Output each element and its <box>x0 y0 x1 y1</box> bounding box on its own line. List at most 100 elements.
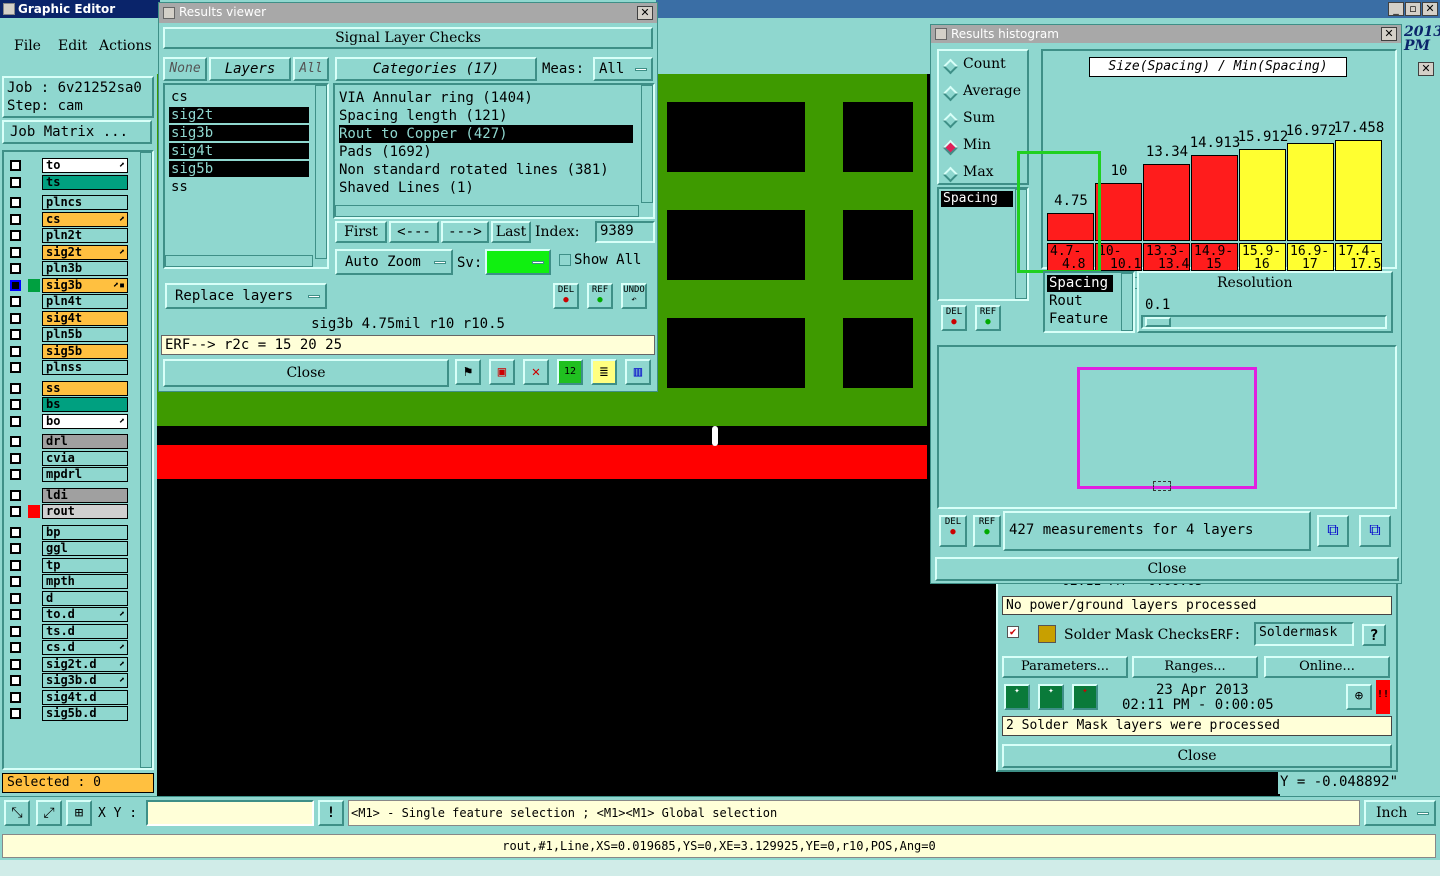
histogram-bar[interactable] <box>1143 164 1190 241</box>
layer-checkbox[interactable] <box>10 160 21 171</box>
alert-icon[interactable]: ! <box>318 800 344 826</box>
attr-item[interactable]: Feature <box>1047 311 1119 328</box>
help-button[interactable]: ? <box>1362 624 1386 646</box>
layer-item-sig4t[interactable]: sig4t <box>42 310 128 326</box>
close-icon[interactable]: ✕ <box>1422 2 1438 16</box>
erf-value-field[interactable]: Soldermask <box>1254 622 1354 646</box>
preview-area[interactable] <box>937 345 1397 509</box>
layer-item-mpdrl[interactable]: mpdrl <box>42 467 128 482</box>
attr-list-scrollbar[interactable] <box>1121 273 1133 331</box>
histogram-bar[interactable] <box>1239 149 1286 241</box>
layer-item-ts.d[interactable]: ts.d <box>42 623 128 639</box>
menu-file[interactable]: File <box>14 38 41 54</box>
grid-icon[interactable]: ⊞ <box>66 800 92 826</box>
layer-checkbox[interactable] <box>10 263 21 274</box>
close-icon[interactable]: ✕ <box>637 6 653 20</box>
restore-icon[interactable]: ▫ <box>1405 2 1421 16</box>
image-icon[interactable]: ▣ <box>489 359 515 385</box>
zoom-out-icon[interactable]: ⤡ <box>4 800 30 826</box>
histogram-bar[interactable] <box>1095 183 1142 241</box>
layer-item-sig2t.d[interactable]: sig2t.d ⬈ <box>42 656 128 672</box>
layer-item-bs[interactable]: bs <box>42 397 128 412</box>
last-button[interactable]: Last <box>491 221 531 243</box>
parameters-button[interactable]: Parameters... <box>1002 656 1128 678</box>
layer-checkbox[interactable] <box>10 642 21 653</box>
result-layer-sig3b[interactable]: sig3b <box>169 125 309 141</box>
layer-item-plncs[interactable]: plncs <box>42 195 128 210</box>
measure-icon[interactable]: ⤢ <box>36 800 62 826</box>
next-button[interactable]: ---> <box>441 221 489 243</box>
attr-item[interactable]: Rout <box>1047 293 1113 310</box>
layer-item-sig3b.d[interactable]: sig3b.d ⬈ <box>42 673 128 688</box>
histogram-bar[interactable] <box>1287 143 1334 241</box>
meas-dropdown[interactable]: All <box>593 57 653 81</box>
category-list-scrollbar[interactable] <box>641 85 653 203</box>
result-layer-cs[interactable]: cs <box>169 89 309 105</box>
slider-thumb[interactable] <box>1145 317 1171 327</box>
layer-checkbox[interactable] <box>10 382 21 394</box>
layer-item-cvia[interactable]: cvia <box>42 450 128 466</box>
ref-icon[interactable]: REF ● <box>973 515 1001 547</box>
report-icon[interactable]: ≣ <box>591 359 617 385</box>
layers-button[interactable]: Layers <box>209 57 291 81</box>
category-item[interactable]: Shaved Lines (1) <box>339 179 633 197</box>
layer-item-sig5b.d[interactable]: sig5b.d <box>42 706 128 721</box>
mode-radio-count[interactable] <box>942 58 959 75</box>
result-layer-sig5b[interactable]: sig5b <box>169 161 309 177</box>
histogram-icon[interactable]: ▥ <box>625 359 651 385</box>
ref-icon[interactable]: REF ● <box>975 305 1001 331</box>
layer-checkbox[interactable] <box>10 362 21 373</box>
run-check-icon[interactable]: ✦ <box>1038 684 1064 710</box>
flag-icon[interactable]: ⚑ <box>455 359 481 385</box>
layer-checkbox[interactable] <box>10 691 21 703</box>
layer-checkbox[interactable] <box>10 415 21 427</box>
layer-item-pln4t[interactable]: pln4t <box>42 294 128 309</box>
category-list-hscrollbar[interactable] <box>335 205 639 217</box>
minimize-icon[interactable]: _ <box>1388 2 1404 16</box>
layer-checkbox[interactable] <box>10 625 21 637</box>
categories-button[interactable]: Categories (17) <box>335 57 537 81</box>
layer-list[interactable]: to ⬈ ts plncs cs ⬈ pln2t sig2t ⬈ pln3b sig3b ⬈▪ pln4… <box>2 150 154 770</box>
close-icon[interactable]: ✕ <box>1418 62 1434 76</box>
layer-checkbox[interactable] <box>10 592 21 604</box>
layer-checkbox[interactable] <box>10 708 21 719</box>
layer-item-mpth[interactable]: mpth <box>42 574 128 589</box>
layer-checkbox[interactable] <box>10 559 21 571</box>
layer-checkbox[interactable] <box>10 658 21 670</box>
layer-item-tp[interactable]: tp <box>42 557 128 573</box>
prev-button[interactable]: <--- <box>389 221 439 243</box>
layer-item-sig3b[interactable]: sig3b ⬈▪ <box>42 277 128 293</box>
layer-list-scrollbar[interactable] <box>315 85 327 259</box>
del-icon[interactable]: DEL ● <box>553 283 579 309</box>
none-button[interactable]: None <box>163 57 207 81</box>
mode-radio-max[interactable] <box>942 166 959 183</box>
solder-check-toggle[interactable]: ✔ <box>1007 626 1019 638</box>
del-icon[interactable]: DEL ● <box>939 515 967 547</box>
online-button[interactable]: Online... <box>1264 656 1390 678</box>
layer-checkbox[interactable] <box>10 230 21 241</box>
background-close-button[interactable]: Close <box>1002 744 1392 768</box>
ranges-button[interactable]: Ranges... <box>1132 656 1258 678</box>
histogram-close-button[interactable]: Close <box>935 557 1399 581</box>
measure-list[interactable]: Spacing <box>937 187 1029 301</box>
layer-list-scrollbar[interactable] <box>140 152 152 768</box>
results-category-list[interactable]: VIA Annular ring (1404) Spacing length (1… <box>333 83 655 219</box>
layer-item-d[interactable]: d <box>42 590 128 606</box>
layer-checkbox[interactable] <box>10 576 21 587</box>
layer-item-cs.d[interactable]: cs.d ⬈ <box>42 640 128 655</box>
layer-checkbox[interactable] <box>10 543 21 554</box>
menu-actions[interactable]: Actions <box>99 38 152 54</box>
layer-checkbox[interactable] <box>10 675 21 686</box>
mode-radio-sum[interactable] <box>942 112 959 129</box>
attr-item-selected[interactable]: Spacing <box>1047 275 1113 292</box>
histogram-bar[interactable] <box>1191 155 1238 241</box>
result-layer-sig4t[interactable]: sig4t <box>169 143 309 159</box>
layer-checkbox[interactable] <box>10 296 21 307</box>
results-layer-list[interactable]: cs sig2t sig3b sig4t sig5b ss <box>163 83 329 269</box>
ref-icon[interactable]: REF ● <box>587 283 613 309</box>
mode-radio-average[interactable] <box>942 85 959 102</box>
layer-checkbox[interactable] <box>10 329 21 340</box>
layer-item-plnss[interactable]: plnss <box>42 360 128 375</box>
layer-item-ts[interactable]: ts <box>42 174 128 190</box>
category-item[interactable]: Spacing length (121) <box>339 107 633 125</box>
